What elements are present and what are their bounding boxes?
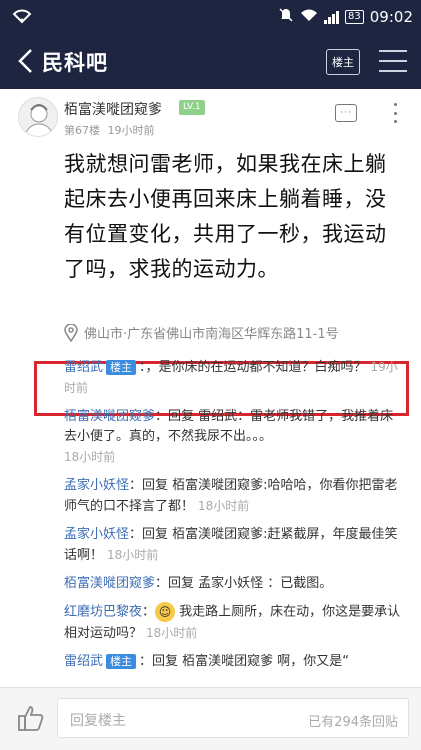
comment-list: 雷绍武 楼主 ：，是你床的在运动都不知道？白痴吗？ 19小时前 栢富渼嘥团窥爹：回复 … (64, 357, 404, 680)
comment-text: ：回复 孟家小妖怪 ：已截图。 (155, 576, 333, 591)
bottom-bar: 回复楼主 已有294条回贴 (0, 687, 421, 750)
comment-time: 18小时前 (64, 450, 116, 464)
signal-icon (324, 10, 340, 24)
comment-item[interactable]: 孟家小妖怪：回复 栢富渼嘥团窥爹:赶紧截屏，年度最佳笑话啊！ 18小时前 (64, 525, 404, 566)
comment-author[interactable]: 孟家小妖怪 (64, 527, 129, 542)
chevron-left-icon (18, 49, 32, 73)
comment-text: ：回复 栢富渼嘥团窥爹 啊，你又是“ (139, 653, 350, 669)
comment-text: ：，是你床的在运动都不知道？白痴吗？ (139, 360, 367, 375)
wifi-icon (300, 8, 318, 26)
like-button[interactable] (12, 699, 50, 737)
comment-author[interactable]: 雷绍武 (64, 360, 103, 375)
comment-item[interactable]: 栢富渼嘥团窥爹：回复 孟家小妖怪 ：已截图。 (64, 574, 404, 594)
reply-count: 已有294条回贴 (308, 715, 398, 730)
author-name[interactable]: 栢富渼嘥团窥爹 (64, 99, 162, 119)
menu-icon[interactable] (379, 50, 407, 72)
location: 佛山市·广东省佛山市南海区华辉东路11-1号 (64, 323, 339, 342)
comment-icon[interactable]: ··· (335, 104, 357, 122)
thumbs-up-icon (18, 706, 44, 731)
notification-icon (12, 8, 32, 28)
mute-icon (278, 7, 294, 27)
comment-time: 18小时前 (107, 548, 159, 562)
comment-item[interactable]: 红磨坊巴黎夜： ☺ 我走路上厕所，床在动，你这是要承认相对运动吗？ 18小时前 (64, 602, 404, 644)
reply-input[interactable]: 回复楼主 已有294条回贴 (57, 698, 409, 738)
comment-author[interactable]: 红磨坊巴黎夜 (64, 605, 142, 620)
location-pin-icon (64, 323, 78, 342)
only-owner-button[interactable]: 楼主 (326, 49, 360, 75)
comment-author[interactable]: 孟家小妖怪 (64, 478, 129, 493)
location-text: 佛山市·广东省佛山市南海区华辉东路11-1号 (84, 327, 339, 342)
level-badge: LV.1 (179, 100, 205, 115)
comment-text: ： (142, 604, 156, 620)
reply-placeholder: 回复楼主 (70, 713, 126, 729)
owner-tag: 楼主 (106, 360, 137, 375)
comment-item[interactable]: 雷绍武 楼主 ：回复 栢富渼嘥团窥爹 啊，你又是“ (64, 652, 404, 672)
comment-author[interactable]: 栢富渼嘥团窥爹 (64, 409, 155, 424)
floor-info: 第67楼 19小时前 (64, 122, 155, 138)
comment-item[interactable]: 雷绍武 楼主 ：，是你床的在运动都不知道？白痴吗？ 19小时前 (64, 357, 404, 399)
back-button[interactable] (8, 43, 42, 79)
comment-item[interactable]: 栢富渼嘥团窥爹：回复 雷绍武：雷老师我错了，我推着床去小便了。真的，不然我尿不出… (64, 407, 404, 468)
more-options-icon[interactable] (391, 103, 399, 123)
battery-icon: 83 (345, 10, 364, 24)
comment-author[interactable]: 雷绍武 (64, 654, 103, 669)
comment-author[interactable]: 栢富渼嘥团窥爹 (64, 576, 155, 591)
post-header: 栢富渼嘥团窥爹 LV.1 第67楼 19小时前 ··· (0, 89, 421, 139)
post-body: 我就想问雷老师，如果我在床上躺起床去小便再回来床上躺着睡，没有位置变化，共用了一… (64, 152, 387, 281)
status-bar: 83 09:02 (0, 0, 421, 33)
comment-item[interactable]: 孟家小妖怪：回复 栢富渼嘥团窥爹:哈哈哈，你看你把雷老师气的口不择言了都！ 18小… (64, 476, 404, 517)
comment-time: 18小时前 (146, 625, 198, 640)
comment-time: 18小时前 (198, 499, 250, 513)
nav-bar: 民科吧 楼主 (0, 33, 421, 89)
thread-content: 栢富渼嘥团窥爹 LV.1 第67楼 19小时前 ··· 我就想问雷老师，如果我在… (0, 89, 421, 687)
forum-title: 民科吧 (42, 51, 108, 75)
owner-tag: 楼主 (106, 653, 137, 669)
smiley-emoji-icon: ☺ (155, 602, 176, 622)
floor-number: 第67楼 (64, 124, 100, 137)
avatar[interactable] (18, 97, 58, 137)
status-time: 09:02 (369, 8, 413, 26)
post-time: 19小时前 (107, 124, 155, 137)
